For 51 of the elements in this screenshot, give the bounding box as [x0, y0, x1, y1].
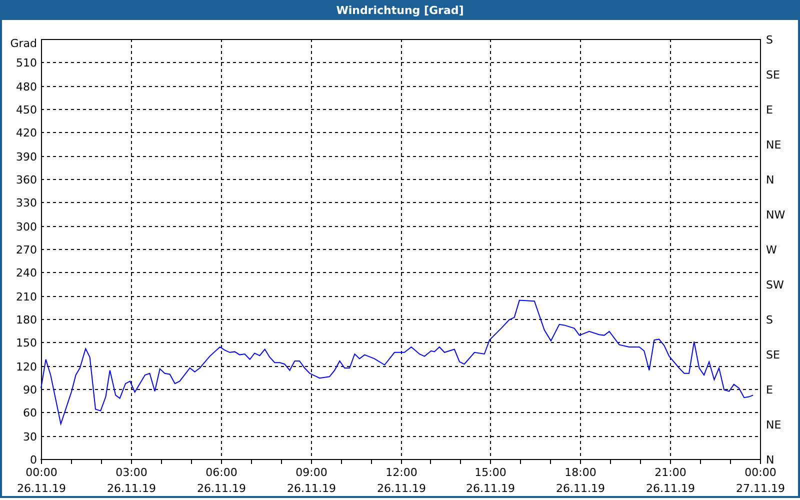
y-axis-label: 450	[16, 104, 37, 116]
x-axis-label: 09:00	[296, 466, 328, 479]
compass-axis-label: NE	[766, 138, 782, 152]
y-axis-label: 420	[16, 126, 37, 140]
y-axis-label: 360	[16, 174, 37, 186]
y-axis-label: 150	[16, 336, 37, 350]
y-axis-label: 270	[16, 244, 37, 256]
y-axis-label: 60	[23, 406, 37, 420]
compass-axis-label: N	[766, 454, 774, 466]
y-axis-label: 240	[16, 266, 37, 280]
x-axis-label: 00:00	[26, 466, 58, 479]
date-label: 26.11.19	[17, 482, 66, 495]
compass-axis-label: S	[766, 34, 773, 46]
y-axis-label: 0	[30, 454, 37, 466]
date-label: 26.11.19	[556, 482, 605, 495]
date-label: 26.11.19	[646, 482, 695, 495]
date-label: 26.11.19	[197, 482, 246, 495]
y-axis-label: 30	[23, 430, 37, 444]
compass-axis-label: E	[766, 104, 773, 116]
date-label: 26.11.19	[107, 482, 156, 495]
y-axis-label: 90	[23, 384, 37, 396]
y-axis-label: 300	[16, 220, 37, 234]
x-axis-label: 18:00	[564, 466, 596, 479]
x-axis-label: 06:00	[206, 466, 238, 479]
compass-axis-label: NW	[766, 208, 786, 222]
date-label: 26.11.19	[377, 482, 426, 495]
y-axis-label: 120	[16, 360, 37, 374]
compass-axis-label: S	[766, 314, 773, 326]
y-axis-label: 330	[16, 196, 37, 210]
y-axis-label: 480	[16, 80, 37, 94]
x-axis-label: 00:00	[744, 466, 776, 479]
date-label: 26.11.19	[287, 482, 336, 495]
date-label: 26.11.19	[466, 482, 515, 495]
y-axis-label: 180	[16, 314, 37, 326]
compass-axis-label: N	[766, 174, 774, 186]
window-title: Windrichtung [Grad]	[336, 4, 464, 16]
x-axis-label: 15:00	[474, 466, 506, 479]
y-axis-label: 510	[16, 56, 37, 70]
y-axis-title: Grad	[10, 37, 37, 50]
compass-axis-label: E	[766, 384, 773, 396]
date-label: 27.11.19	[736, 482, 785, 495]
compass-axis-label: NE	[766, 418, 782, 432]
y-axis-label: 390	[16, 150, 37, 164]
x-axis-label: 21:00	[654, 466, 686, 479]
compass-axis-label: SE	[766, 68, 780, 82]
compass-axis-label: W	[766, 244, 777, 256]
x-axis-label: 03:00	[116, 466, 148, 479]
compass-axis-label: SW	[766, 278, 784, 292]
x-axis-label: 12:00	[386, 466, 418, 479]
compass-axis-label: SE	[766, 348, 780, 362]
y-axis-label: 210	[16, 290, 37, 304]
